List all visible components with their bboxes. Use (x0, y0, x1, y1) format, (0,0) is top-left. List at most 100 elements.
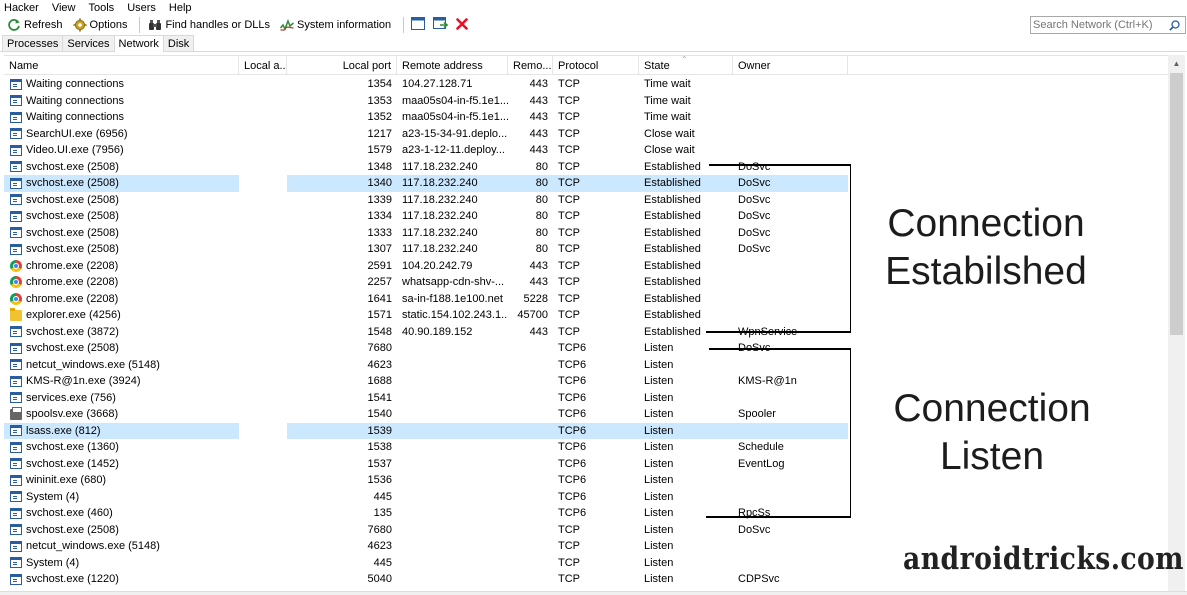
activity-graph-icon (279, 18, 295, 32)
window-icon (10, 144, 22, 156)
protocol-cell: TCP (558, 243, 580, 256)
table-row[interactable]: svchost.exe (2508) 7680 TCP Listen DoSvc (4, 522, 1168, 539)
process-name: Waiting connections (26, 111, 125, 124)
remote-port-cell (508, 456, 553, 473)
vertical-scrollbar[interactable]: ▲ (1168, 55, 1185, 595)
column-header-name[interactable]: Name (4, 56, 239, 75)
column-header-remote-port[interactable]: Remo... (508, 56, 553, 75)
table-row[interactable]: svchost.exe (2508) 1340 117.18.232.240 80 TC… (4, 175, 1168, 192)
window-icon (10, 111, 22, 123)
window-icon (10, 524, 22, 536)
annotation-established-line2: Estabilshed (885, 250, 1087, 293)
protocol-cell: TCP6 (558, 441, 587, 454)
row-filler (848, 126, 1168, 143)
tab-processes[interactable]: Processes (2, 35, 64, 51)
close-button[interactable] (453, 16, 471, 34)
table-row[interactable]: svchost.exe (460) 135 TCP6 Listen RpcSs (4, 505, 1168, 522)
owner-cell: DoSvc (738, 226, 771, 239)
search-icon[interactable] (1165, 17, 1183, 33)
process-name: Waiting connections (26, 94, 125, 107)
remote-address-cell (397, 390, 508, 407)
protocol-cell: TCP6 (558, 342, 587, 355)
tab-disk[interactable]: Disk (162, 35, 195, 51)
owner-cell (733, 93, 848, 110)
name-cell: svchost.exe (2508) (4, 159, 239, 176)
local-address-cell (239, 439, 287, 456)
protocol-cell: TCP6 (558, 507, 587, 520)
search-box (1030, 16, 1186, 34)
search-input[interactable] (1031, 19, 1165, 31)
row-filler (848, 489, 1168, 506)
local-address-cell (239, 175, 287, 192)
remote-port-cell: 443 (529, 259, 548, 272)
menu-users[interactable]: Users (127, 2, 156, 14)
remote-address-cell: 117.18.232.240 (402, 160, 478, 173)
protocol-cell: TCP (558, 94, 580, 107)
column-header-filler (848, 56, 1168, 75)
chrome-icon (10, 276, 22, 289)
menu-view[interactable]: View (52, 2, 76, 14)
local-port-cell: 1536 (367, 474, 392, 487)
name-cell: svchost.exe (1220) (4, 571, 239, 588)
find-handles-button[interactable]: Find handles or DLLs (145, 16, 273, 34)
column-header-local-address[interactable]: Local a... (239, 56, 287, 75)
table-row[interactable]: explorer.exe (4256) 1571 static.154.102.24… (4, 307, 1168, 324)
column-header-protocol[interactable]: Protocol (553, 56, 639, 75)
column-header-remote-address[interactable]: Remote address (397, 56, 508, 75)
column-header-owner[interactable]: Owner (733, 56, 848, 75)
process-name: chrome.exe (2208) (26, 292, 119, 305)
table-row[interactable]: Video.UI.exe (7956) 1579 a23-1-12-11.deplo… (4, 142, 1168, 159)
table-row[interactable]: System (4) 445 TCP6 Listen (4, 489, 1168, 506)
column-header-state[interactable]: State ⌃ (639, 56, 733, 75)
row-filler (848, 357, 1168, 374)
refresh-button[interactable]: Refresh (4, 16, 66, 34)
menu-hacker[interactable]: Hacker (4, 2, 39, 14)
menu-tools[interactable]: Tools (89, 2, 115, 14)
column-header-local-port[interactable]: Local port (287, 56, 397, 75)
table-row[interactable]: svchost.exe (2508) 1348 117.18.232.240 80 TC… (4, 159, 1168, 176)
options-label: Options (89, 19, 128, 31)
state-cell: Listen (644, 457, 674, 470)
process-name: SearchUI.exe (6956) (26, 127, 128, 140)
window-icon (10, 210, 22, 222)
protocol-cell: TCP (558, 309, 580, 322)
local-port-cell: 1333 (367, 226, 392, 239)
table-row[interactable]: netcut_windows.exe (5148) 4623 TCP6 Listen (4, 357, 1168, 374)
protocol-cell: TCP6 (558, 474, 587, 487)
remote-port-cell (508, 555, 553, 572)
owner-cell (733, 422, 848, 439)
protocol-cell: TCP (558, 276, 580, 289)
protocol-cell: TCP (558, 325, 580, 338)
table-row[interactable]: SearchUI.exe (6956) 1217 a23-15-34-91.depl… (4, 126, 1168, 143)
remote-port-cell (508, 472, 553, 489)
window-icon (10, 359, 22, 371)
owner-cell (733, 258, 848, 275)
owner-cell (733, 291, 848, 308)
table-row[interactable]: Waiting connections 1354 104.27.128.71 443 T… (4, 76, 1168, 93)
tab-services[interactable]: Services (62, 35, 115, 51)
pick-window-button[interactable] (431, 16, 449, 34)
menu-help[interactable]: Help (169, 2, 192, 14)
protocol-cell: TCP (558, 127, 580, 140)
name-cell: svchost.exe (3872) (4, 324, 239, 341)
scrollbar-thumb[interactable] (1170, 73, 1183, 335)
table-row[interactable]: svchost.exe (2508) 7680 TCP6 Listen DoSvc (4, 340, 1168, 357)
window-button[interactable] (409, 16, 427, 34)
tab-network[interactable]: Network (113, 35, 164, 52)
table-row[interactable]: Waiting connections 1353 maa05s04-in-f5.1e… (4, 93, 1168, 110)
owner-cell: DoSvc (738, 523, 771, 536)
protocol-cell: TCP6 (558, 375, 587, 388)
find-handles-label: Find handles or DLLs (165, 19, 271, 31)
remote-port-cell: 80 (535, 160, 548, 173)
established-bracket (836, 164, 851, 333)
table-row[interactable]: svchost.exe (3872) 1548 40.90.189.152 443 TC… (4, 324, 1168, 341)
watermark: androidtricks.com (903, 541, 1184, 577)
remote-address-cell: 117.18.232.240 (397, 175, 508, 192)
scroll-up-arrow-icon[interactable]: ▲ (1168, 55, 1185, 72)
local-port-cell: 135 (373, 507, 392, 520)
system-information-button[interactable]: System information (277, 16, 394, 34)
options-button[interactable]: Options (70, 16, 131, 34)
name-cell: svchost.exe (1452) (4, 456, 239, 473)
refresh-icon (7, 18, 21, 32)
table-row[interactable]: Waiting connections 1352 maa05s04-in-f5.1e… (4, 109, 1168, 126)
